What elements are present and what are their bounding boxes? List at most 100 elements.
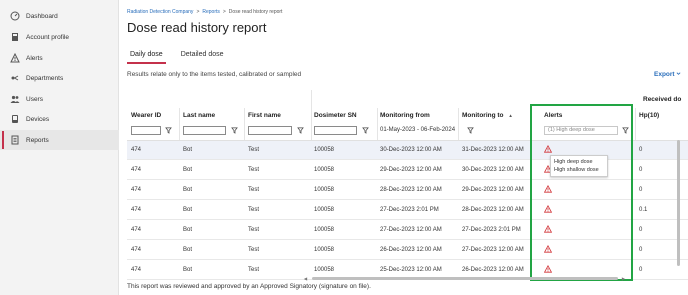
cell-hp10: 0.1 [639,207,648,213]
users-icon [10,94,20,104]
breadcrumb-separator: > [196,9,200,15]
cell-wearer-id: 474 [131,147,142,153]
cell-monitoring-to: 27-Dec-2023 2:01 PM [462,227,521,233]
header-separator [458,108,459,140]
sidebar-item-users[interactable]: Users [0,89,119,109]
cell-hp10: 0 [639,187,643,193]
scroll-left-icon[interactable] [303,277,308,281]
cell-wearer-id: 474 [131,207,142,213]
departments-icon [10,73,20,83]
header-separator [244,108,245,140]
cell-first-name: Test [248,207,260,213]
cell-first-name: Test [248,247,260,253]
vertical-scrollbar[interactable] [677,140,680,266]
sidebar-item-label: Reports [26,136,49,144]
cell-monitoring-from: 27-Dec-2023 12:00 AM [380,227,442,233]
cell-monitoring-from: 30-Dec-2023 12:00 AM [380,147,442,153]
filter-icon[interactable] [231,127,238,134]
cell-last-name: Bot [183,227,193,233]
cell-wearer-id: 474 [131,167,142,173]
dosimeter-sn-filter-input[interactable] [314,126,357,135]
cell-hp10: 0 [639,147,643,153]
cell-monitoring-to: 28-Dec-2023 12:00 AM [462,207,524,213]
cell-last-name: Bot [183,167,193,173]
sidebar-item-account-profile[interactable]: Account profile [0,27,119,47]
header-separator [311,90,312,110]
alerts-tooltip: High deep dose High shallow dose [550,155,608,177]
alerts-column-highlight [530,104,633,281]
monitoring-range-value[interactable]: 01-May-2023 - 06-Feb-2024 [380,127,455,133]
cell-dosimeter-sn: 100058 [314,147,335,153]
cell-monitoring-to: 31-Dec-2023 12:00 AM [462,147,524,153]
sidebar-item-label: Devices [26,115,50,123]
cell-dosimeter-sn: 100058 [314,207,335,213]
cell-wearer-id: 474 [131,227,142,233]
cell-monitoring-from: 28-Dec-2023 12:00 AM [380,187,442,193]
filter-icon[interactable] [165,127,172,134]
chevron-down-icon [676,71,681,78]
first-name-filter-input[interactable] [248,126,292,135]
header-separator [635,108,636,140]
approval-footer: This report was reviewed and approved by… [127,283,371,290]
page-title: Dose read history report [127,20,267,35]
group-header-received-dose: Received do [643,96,682,103]
sidebar-item-dashboard[interactable]: Dashboard [0,6,119,26]
cell-hp10: 0 [639,167,643,173]
cell-monitoring-to: 26-Dec-2023 12:00 AM [462,267,524,273]
sidebar-item-label: Dashboard [26,12,58,20]
last-name-filter-input[interactable] [183,126,226,135]
wearer-id-filter-input[interactable] [131,126,161,135]
cell-monitoring-to: 29-Dec-2023 12:00 AM [462,187,524,193]
cell-monitoring-from: 25-Dec-2023 12:00 AM [380,267,442,273]
breadcrumb: Radiation Detection Company > Reports > … [127,9,282,15]
filter-icon[interactable] [467,127,474,134]
cell-wearer-id: 474 [131,267,142,273]
cell-first-name: Test [248,227,260,233]
export-button[interactable]: Export [654,71,681,78]
scroll-right-icon[interactable] [621,277,626,281]
tab-daily-dose[interactable]: Daily dose [127,51,166,64]
devices-icon [10,114,20,124]
export-label: Export [654,71,675,78]
header-hp10[interactable]: Hp(10) [639,112,659,119]
sort-ascending-icon: ▲ [508,113,513,118]
cell-monitoring-to: 27-Dec-2023 12:00 AM [462,247,524,253]
sidebar-item-label: Account profile [26,33,69,41]
dashboard-icon [10,11,20,21]
sidebar-item-reports[interactable]: Reports [0,130,119,150]
header-monitoring-to-label: Monitoring to [462,112,504,119]
account-profile-icon [10,32,20,42]
filter-icon[interactable] [297,127,304,134]
sidebar-item-devices[interactable]: Devices [0,109,119,129]
cell-dosimeter-sn: 100058 [314,227,335,233]
header-dosimeter-sn[interactable]: Dosimeter SN [314,112,357,119]
tooltip-line: High deep dose [554,159,593,165]
sidebar-item-alerts[interactable]: Alerts [0,48,119,68]
breadcrumb-current: Dose read history report [228,9,283,15]
cell-dosimeter-sn: 100058 [314,187,335,193]
breadcrumb-link-reports[interactable]: Reports [202,9,220,15]
cell-dosimeter-sn: 100058 [314,167,335,173]
header-first-name[interactable]: First name [248,112,281,119]
header-separator [377,108,378,140]
sidebar-item-label: Alerts [26,54,43,62]
cell-hp10: 0 [639,227,643,233]
alert-icon [10,53,20,63]
cell-last-name: Bot [183,267,193,273]
cell-hp10: 0 [639,247,643,253]
cell-first-name: Test [248,167,260,173]
header-wearer-id[interactable]: Wearer ID [131,112,161,119]
filter-icon[interactable] [362,127,369,134]
header-monitoring-from[interactable]: Monitoring from [380,112,430,119]
sidebar: Dashboard Account profile Alerts Departm… [0,0,119,295]
cell-monitoring-from: 29-Dec-2023 12:00 AM [380,167,442,173]
cell-monitoring-from: 27-Dec-2023 2:01 PM [380,207,439,213]
horizontal-scrollbar[interactable] [312,277,618,280]
sidebar-item-departments[interactable]: Departments [0,68,119,88]
cell-monitoring-from: 26-Dec-2023 12:00 AM [380,247,442,253]
tab-detailed-dose[interactable]: Detailed dose [178,51,227,64]
tooltip-line: High shallow dose [554,167,599,173]
header-monitoring-to[interactable]: Monitoring to ▲ [462,112,513,119]
breadcrumb-link-company[interactable]: Radiation Detection Company [127,9,193,15]
header-last-name[interactable]: Last name [183,112,215,119]
